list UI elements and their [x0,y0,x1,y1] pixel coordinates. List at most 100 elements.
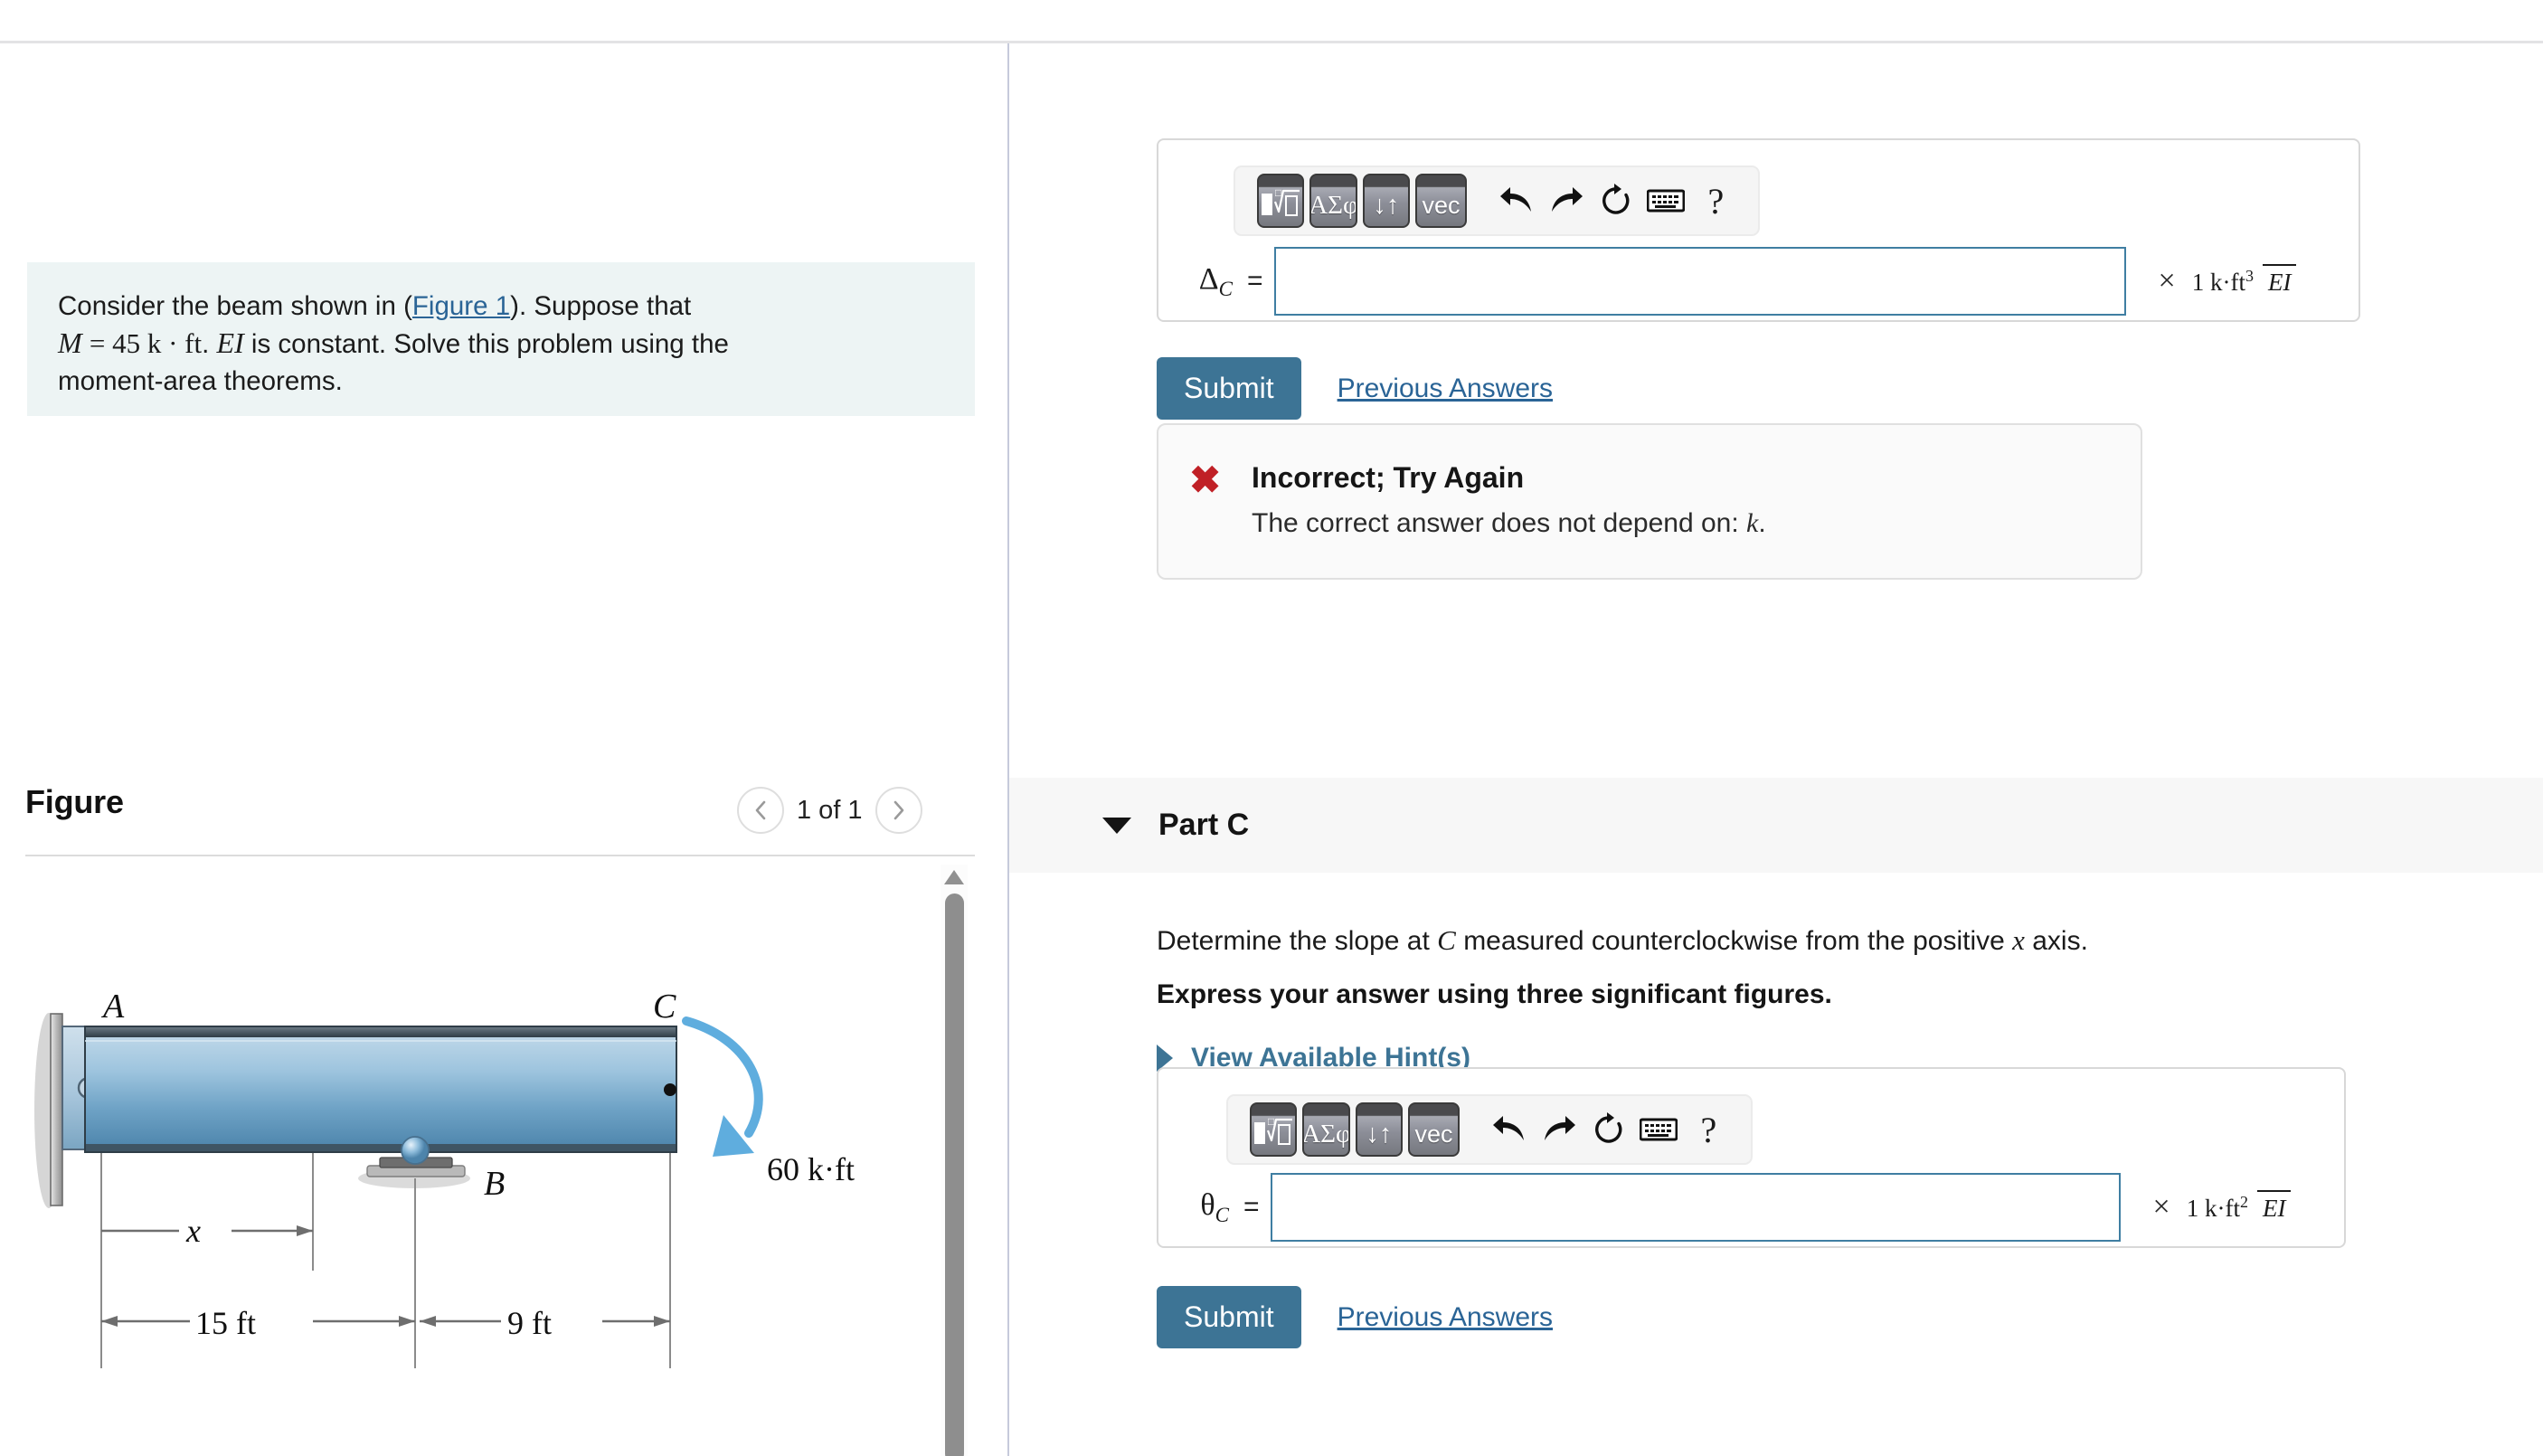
problem-line1-pre: Consider the beam shown in ( [58,291,412,321]
part-b-answer-input[interactable] [1273,247,2126,316]
part-b-submit-button[interactable]: Submit [1157,357,1301,420]
dim-15ft: 15 ft [195,1305,256,1341]
scroll-up-arrow-icon[interactable] [944,870,964,886]
part-c-equals: = [1243,1192,1260,1222]
beam-diagram: A B C 60 k·ft x 15 ft 9 ft [34,988,855,1368]
keyboard-glyph-icon [1647,189,1686,213]
redo-icon[interactable] [1538,1102,1579,1157]
error-x-icon: ✖ [1189,459,1222,501]
keyboard-icon[interactable] [1646,174,1687,228]
part-c-variable-label: θC [1173,1188,1243,1227]
part-c-description: Determine the slope at C measured counte… [1157,924,2088,956]
part-c-submit-button[interactable]: Submit [1157,1286,1301,1348]
feedback-body: The correct answer does not depend on: k… [1252,508,1766,538]
reset-circular-icon [1602,184,1630,214]
part-b-variable-label: ΔC [1177,262,1247,301]
label-c: C [653,988,676,1026]
template-math-key[interactable]: □ [1250,1102,1298,1157]
part-c-unit-numerator: 1 k·ft2 [2186,1192,2248,1222]
redo-arrow-icon [1544,1116,1575,1140]
figure-image[interactable]: A B C 60 k·ft x 15 ft 9 ft [25,862,939,1456]
problem-text: Consider the beam shown in (Figure 1). S… [58,291,729,396]
vector-key[interactable]: vec [1407,1102,1460,1157]
left-panel: Consider the beam shown in (Figure 1). S… [0,43,1007,1456]
m-value: = 45 k · ft [89,327,203,359]
vector-key-label: vec [1414,1120,1453,1148]
problem-line1-post: ). Suppose that [510,291,692,321]
multiply-sign: × [2158,264,2176,298]
reset-circular-icon [1595,1112,1622,1143]
desc-math-c: C [1437,924,1456,956]
label-b: B [484,1165,505,1203]
right-panel: □ ΑΣφ ↓↑ vec ? ΔC = × 1 k·ft3 EI Submit … [1009,43,2543,1456]
figure-next-button[interactable] [874,787,922,834]
template-math-icon: □ [1254,1115,1293,1145]
help-question-mark: ? [1707,180,1725,222]
part-b-answer-card: □ ΑΣφ ↓↑ vec ? ΔC = × 1 k·ft3 EI [1157,138,2360,322]
feedback-math-k: k [1746,508,1759,538]
updown-arrows-key[interactable]: ↓↑ [1362,174,1410,228]
part-b-previous-answers-link[interactable]: Previous Answers [1338,373,1553,404]
updown-arrows-key[interactable]: ↓↑ [1355,1102,1403,1157]
caret-down-icon[interactable] [1102,817,1131,834]
part-b-unit-fraction: 1 k·ft3 EI [2187,263,2297,296]
updown-key-label: ↓↑ [1366,1119,1393,1149]
vector-key[interactable]: vec [1414,174,1467,228]
template-math-key[interactable]: □ [1257,174,1305,228]
undo-icon[interactable] [1496,174,1536,228]
updown-key-label: ↓↑ [1373,190,1400,220]
part-c-answer-row: θC = × 1 k·ft2 EI [1173,1173,2340,1242]
part-c-previous-answers-link[interactable]: Previous Answers [1338,1302,1553,1333]
figure-scrollbar[interactable] [941,865,968,1456]
undo-icon[interactable] [1489,1102,1529,1157]
part-c-answer-input[interactable] [1270,1173,2121,1242]
delta-subscript: C [1218,277,1233,300]
part-c-units: × 1 k·ft2 EI [2152,1189,2292,1224]
feedback-title: Incorrect; Try Again [1252,461,1525,494]
greek-symbols-key[interactable]: ΑΣφ [1309,174,1357,228]
reset-icon[interactable] [1595,174,1636,228]
ei-symbol: EI [216,326,244,359]
chevron-right-icon [893,800,903,820]
redo-icon[interactable] [1546,174,1586,228]
label-x: x [185,1213,201,1249]
figure-divider [25,855,975,856]
keyboard-glyph-icon [1640,1118,1678,1141]
part-c-title: Part C [1158,808,1250,842]
svg-text:□: □ [1275,186,1281,199]
delta-symbol: Δ [1198,261,1219,296]
help-icon[interactable]: ? [1696,174,1736,228]
template-math-icon: □ [1262,186,1300,216]
help-icon[interactable]: ? [1688,1102,1729,1157]
m-symbol: M [58,326,82,359]
dim-9ft: 9 ft [507,1305,552,1341]
help-question-mark: ? [1700,1109,1717,1150]
desc-math-x: x [2012,924,2025,956]
part-c-header[interactable]: Part C [1009,778,2543,873]
theta-subscript: C [1215,1203,1229,1226]
figure-1-link[interactable]: Figure 1 [412,291,510,321]
figure-pager: 1 of 1 [737,785,963,836]
greek-symbols-key[interactable]: ΑΣφ [1302,1102,1350,1157]
scrollbar-thumb[interactable] [945,893,964,1456]
label-a: A [100,988,125,1026]
figure-title: Figure [25,783,124,820]
figure-pager-label: 1 of 1 [797,795,863,825]
part-c-express-instruction: Express your answer using three signific… [1157,979,1832,1009]
redo-arrow-icon [1551,187,1583,212]
reset-icon[interactable] [1588,1102,1629,1157]
problem-statement: Consider the beam shown in (Figure 1). S… [27,262,975,416]
undo-arrow-icon [1492,1116,1524,1140]
chevron-left-icon [755,800,766,820]
multiply-sign: × [2152,1190,2170,1224]
keyboard-icon[interactable] [1639,1102,1679,1157]
part-b-equals: = [1247,266,1263,296]
problem-line2-post: is constant. Solve this problem using th… [243,329,729,359]
part-c-submit-row: Submit Previous Answers [1157,1286,1553,1348]
problem-line3: moment-area theorems. [58,366,343,396]
theta-symbol: θ [1200,1187,1215,1222]
greek-key-label: ΑΣφ [1309,190,1357,220]
greek-key-label: ΑΣφ [1302,1119,1350,1149]
vector-key-label: vec [1422,191,1461,219]
figure-prev-button[interactable] [737,787,784,834]
